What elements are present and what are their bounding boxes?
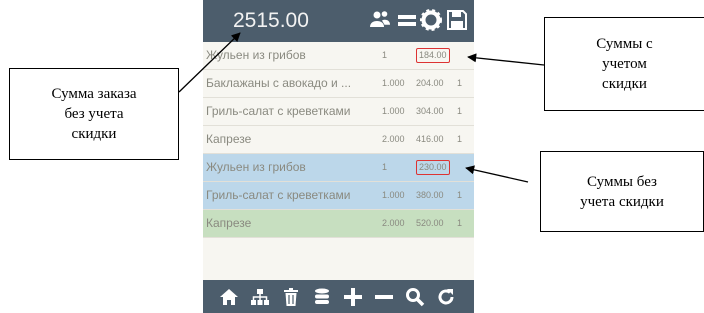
item-quantity: 2.000	[382, 218, 405, 228]
list-item[interactable]: Баклажаны с авокадо и ... 1.000 204.00 1	[203, 70, 474, 98]
item-name: Жульен из грибов	[206, 48, 306, 62]
order-total: 2515.00	[233, 9, 309, 32]
list-item[interactable]: Жульен из грибов 1 230.00	[203, 154, 474, 182]
item-sum: 380.00	[416, 190, 444, 200]
item-sum: 416.00	[416, 134, 444, 144]
callout-line: учета скидки	[580, 193, 664, 210]
item-quantity: 1.000	[382, 78, 405, 88]
item-name: Гриль-салат с креветками	[206, 188, 351, 202]
callout-order-total-no-discount: Сумма заказа без учета скидки	[9, 68, 179, 160]
callout-line: без учета	[64, 106, 124, 122]
list-item[interactable]: Капрезе 2.000 520.00 1	[203, 210, 474, 238]
callout-line: Суммы с	[596, 36, 653, 52]
item-sum: 304.00	[416, 106, 444, 116]
minus-icon[interactable]	[374, 287, 394, 307]
item-name: Капрезе	[206, 216, 252, 230]
list-item[interactable]: Гриль-салат с креветками 1.000 304.00 1	[203, 98, 474, 126]
search-icon[interactable]	[405, 287, 425, 307]
callout-sums-with-discount: Суммы с учетом скидки	[544, 17, 704, 111]
arrow-to-full-sum	[465, 165, 529, 183]
item-sum: 184.00	[416, 48, 450, 63]
item-count: 1	[457, 190, 463, 200]
item-name: Гриль-салат с креветками	[206, 104, 351, 118]
users-icon[interactable]	[368, 8, 392, 32]
callout-line: скидки	[602, 76, 647, 92]
list-icon[interactable]	[312, 287, 332, 307]
item-count: 1	[457, 106, 463, 116]
callout-line: скидки	[71, 126, 117, 142]
item-sum: 520.00	[416, 218, 444, 228]
item-name: Баклажаны с авокадо и ...	[206, 76, 352, 90]
item-quantity: 1	[382, 50, 388, 60]
order-item-list: Жульен из грибов 1 184.00 Баклажаны с авока…	[203, 42, 474, 238]
callout-line: Суммы без	[587, 173, 657, 190]
home-icon[interactable]	[219, 287, 239, 307]
item-quantity: 1.000	[382, 190, 405, 200]
list-item[interactable]: Жульен из грибов 1 184.00	[203, 42, 474, 70]
phone-screen: 2515.00 Жульен из грибов 1 184.00 Баклажаны…	[203, 0, 474, 313]
save-icon[interactable]	[445, 8, 469, 32]
gear-icon[interactable]	[419, 8, 443, 32]
plus-icon[interactable]	[343, 287, 363, 307]
item-count: 1	[457, 78, 463, 88]
callout-line: учетом	[602, 56, 647, 72]
callout-sums-without-discount: Суммы без учета скидки	[540, 151, 704, 232]
item-sum: 230.00	[416, 160, 450, 175]
top-toolbar: 2515.00	[203, 0, 474, 42]
list-item[interactable]: Гриль-салат с креветками 1.000 380.00 1	[203, 182, 474, 210]
bottom-toolbar	[203, 280, 474, 313]
item-count: 1	[457, 218, 463, 228]
trash-icon[interactable]	[281, 287, 301, 307]
arrow-to-discounted-sum	[467, 53, 545, 66]
item-sum: 204.00	[416, 78, 444, 88]
menu-icon[interactable]	[395, 8, 419, 32]
item-quantity: 1.000	[382, 106, 405, 116]
item-quantity: 2.000	[382, 134, 405, 144]
item-name: Жульен из грибов	[206, 160, 306, 174]
item-name: Капрезе	[206, 132, 252, 146]
item-count: 1	[457, 134, 463, 144]
item-quantity: 1	[382, 162, 388, 172]
refresh-icon[interactable]	[436, 287, 456, 307]
list-item[interactable]: Капрезе 2.000 416.00 1	[203, 126, 474, 154]
callout-line: Сумма заказа	[51, 86, 137, 102]
sitemap-icon[interactable]	[250, 287, 270, 307]
